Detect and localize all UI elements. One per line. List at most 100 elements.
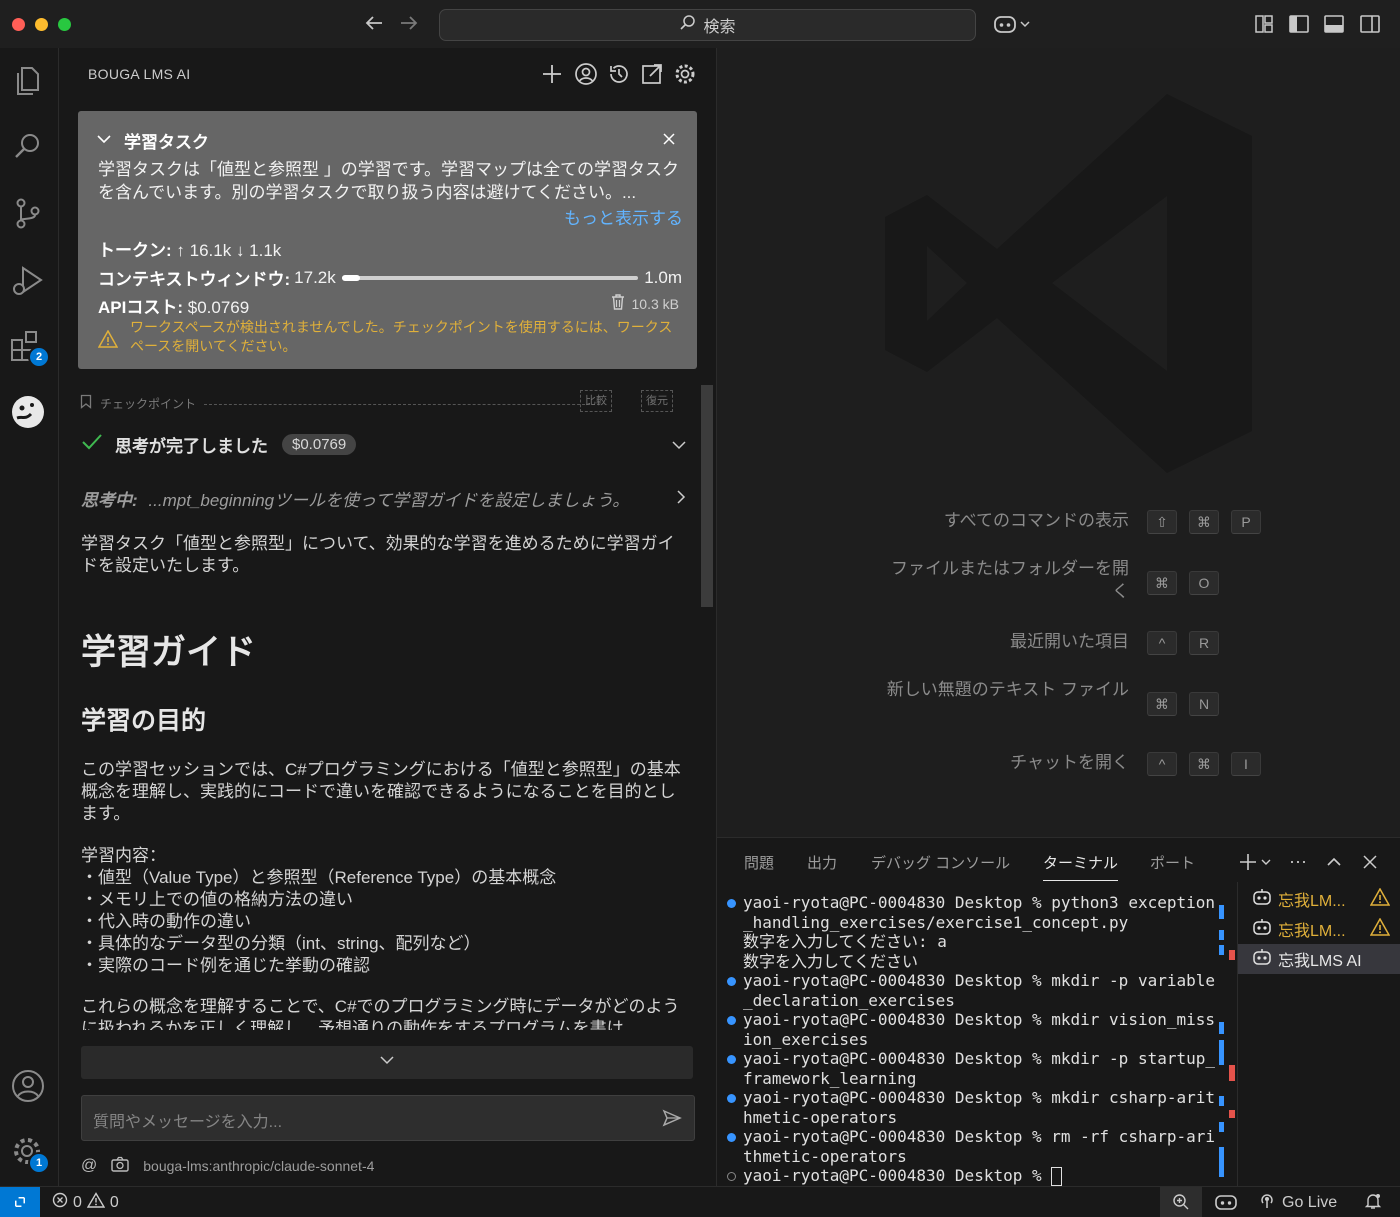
toggle-sidebar-icon[interactable] [1288, 13, 1310, 35]
scroll-to-bottom-button[interactable] [81, 1046, 693, 1079]
new-terminal-icon[interactable] [1238, 852, 1272, 872]
tab-problems[interactable]: 問題 [744, 852, 774, 873]
manage-badge: 1 [28, 1152, 50, 1174]
close-panel-icon[interactable] [1362, 854, 1378, 875]
session-label: 忘我LMS AI [1278, 953, 1362, 970]
title-bar: 検索 [0, 0, 1400, 49]
go-live-button[interactable]: Go Live [1258, 1191, 1337, 1214]
explorer-icon[interactable] [8, 60, 48, 100]
accounts-icon[interactable] [8, 1066, 48, 1106]
task-description: 学習タスクは「値型と参照型 」の学習です。学習マップは全ての学習タスクを含んでい… [98, 160, 680, 202]
cmd-label-open-file[interactable]: ファイルまたはフォルダーを開く [889, 557, 1129, 603]
layout-customize-icon[interactable] [1253, 13, 1275, 35]
list-item: ・値型（Value Type）と参照型（Reference Type）の基本概念 [81, 868, 557, 887]
problems-status[interactable]: 0 0 [52, 1192, 119, 1213]
context-used: 17.2k [294, 267, 336, 287]
chevron-right-icon[interactable] [675, 489, 687, 510]
search-icon[interactable] [8, 126, 48, 166]
zoom-icon[interactable] [1160, 1187, 1202, 1217]
cmd-label-recent[interactable]: 最近開いた項目 [1010, 630, 1129, 653]
chevron-down-icon[interactable] [96, 131, 112, 152]
tab-debug-console[interactable]: デバッグ コンソール [871, 852, 1010, 873]
zoom-window-button[interactable] [58, 18, 71, 31]
camera-icon[interactable] [111, 1156, 129, 1175]
model-selector[interactable]: bouga-lms:anthropic/claude-sonnet-4 [143, 1158, 374, 1174]
context-progress-bar [341, 274, 639, 281]
run-debug-icon[interactable] [8, 260, 48, 300]
terminal-line: 数字を入力してください: a [727, 932, 1217, 952]
cost-pill: $0.0769 [282, 434, 357, 455]
command-center-search[interactable]: 検索 [439, 9, 976, 41]
thinking-row[interactable]: 思考中: ...mpt_beginningツールを使って学習ガイドを設定しましょ… [81, 486, 629, 511]
close-window-button[interactable] [12, 18, 25, 31]
history-icon[interactable] [607, 62, 631, 86]
send-icon[interactable] [662, 1108, 682, 1133]
terminal-session-item[interactable]: 忘我LM... [1238, 884, 1400, 914]
tab-ports[interactable]: ポート [1150, 852, 1195, 873]
more-actions-icon[interactable]: ··· [1289, 851, 1307, 872]
cmd-label-open-chat[interactable]: チャットを開く [1010, 751, 1129, 774]
bouga-lms-panel: BOUGA LMS AI 学習タスク 学習タスクは「値型と参照型 」の学習です。… [59, 48, 717, 1186]
terminal-line: yaoi-ryota@PC-0004830 Desktop % mkdir -p… [727, 1049, 1217, 1088]
tokens-up: ↑ 16.1k [176, 241, 232, 260]
toggle-panel-icon[interactable] [1323, 13, 1345, 35]
terminal-line: yaoi-ryota@PC-0004830 Desktop % [727, 1166, 1217, 1186]
terminal-line: yaoi-ryota@PC-0004830 Desktop % mkdir cs… [727, 1088, 1217, 1127]
copilot-status-icon[interactable] [1214, 1192, 1238, 1217]
session-label: 忘我LM... [1278, 923, 1346, 940]
new-task-icon[interactable] [540, 62, 564, 86]
task-size: 10.3 kB [610, 293, 679, 314]
vscode-logo-watermark [867, 86, 1262, 486]
open-in-editor-icon[interactable] [640, 62, 664, 86]
terminal-line: 数字を入力してください [727, 952, 1217, 972]
terminal-session-item[interactable]: 忘我LM... [1238, 914, 1400, 944]
trash-icon[interactable] [610, 293, 626, 314]
cmd-label-show-all[interactable]: すべてのコマンドの表示 [944, 509, 1129, 532]
show-more-link[interactable]: もっと表示する [564, 204, 683, 229]
tab-output[interactable]: 出力 [807, 852, 837, 873]
search-icon [679, 14, 697, 37]
extensions-icon[interactable]: 2 [8, 326, 50, 368]
tab-terminal[interactable]: ターミナル [1043, 852, 1119, 881]
copilot-icon[interactable] [993, 13, 1033, 35]
purpose-heading: 学習の目的 [81, 707, 207, 735]
shortcut-recent: ^ R [1147, 631, 1219, 655]
context-max: 1.0m [644, 267, 682, 287]
warning-icon [97, 318, 119, 356]
thinking-complete-row[interactable]: 思考が完了しました $0.0769 [81, 432, 357, 457]
extensions-badge: 2 [28, 346, 50, 368]
remote-indicator-icon[interactable] [0, 1187, 40, 1217]
closing-text: これらの概念を理解することで、C#でのプログラミング時にデータがどのように扱われ… [81, 997, 680, 1030]
message-input[interactable]: 質問やメッセージを入力... [81, 1095, 695, 1141]
terminal-line-text: yaoi-ryota@PC-0004830 Desktop % rm -rf c… [743, 1127, 1216, 1166]
bouga-lms-icon[interactable] [8, 392, 48, 432]
source-control-icon[interactable] [8, 193, 48, 233]
close-icon[interactable] [661, 131, 677, 152]
back-arrow-icon[interactable] [363, 12, 385, 40]
minimize-window-button[interactable] [35, 18, 48, 31]
maximize-panel-icon[interactable] [1325, 854, 1343, 875]
notifications-bell-icon[interactable] [1364, 1192, 1382, 1215]
compare-button[interactable]: 比較 [580, 390, 612, 412]
shortcut-key: ⌘ [1147, 692, 1177, 716]
shortcut-key: O [1189, 571, 1219, 595]
mention-icon[interactable]: @ [81, 1157, 97, 1175]
terminal-line-text: yaoi-ryota@PC-0004830 Desktop % mkdir vi… [743, 1010, 1216, 1049]
terminal-output[interactable]: yaoi-ryota@PC-0004830 Desktop % python3 … [727, 893, 1217, 1186]
cmd-label-new-file[interactable]: 新しい無題のテキスト ファイル [874, 678, 1129, 701]
chevron-down-icon[interactable] [671, 437, 687, 458]
toggle-secondary-sidebar-icon[interactable] [1359, 13, 1381, 35]
manage-gear-icon[interactable]: 1 [8, 1132, 50, 1174]
list-item: ・メモリ上での値の格納方法の違い [81, 890, 353, 909]
restore-button[interactable]: 復元 [641, 390, 673, 412]
list-item: ・実際のコード例を通じた挙動の確認 [81, 956, 370, 975]
activity-bar: 2 1 [0, 48, 59, 1186]
settings-gear-icon[interactable] [673, 62, 697, 86]
thinking-prefix: 思考中: [81, 491, 138, 510]
forward-arrow-icon[interactable] [398, 12, 420, 40]
account-icon[interactable] [574, 62, 598, 86]
chat-scrollbar[interactable] [701, 385, 713, 607]
terminal-session-item-active[interactable]: 忘我LMS AI [1238, 944, 1400, 974]
content-list: 学習内容： ・値型（Value Type）と参照型（Reference Type… [81, 845, 691, 977]
checkmark-icon [81, 433, 103, 456]
